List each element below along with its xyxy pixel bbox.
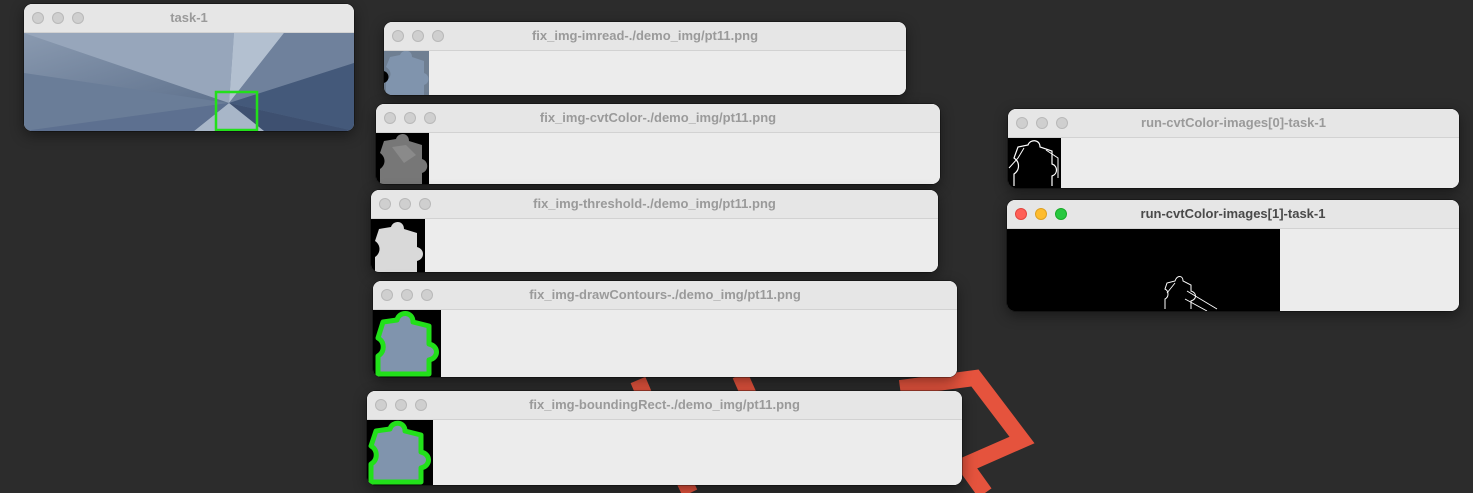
title-bar[interactable]: fix_img-boundingRect-./demo_img/pt11.png	[367, 391, 962, 420]
window-run-images-1[interactable]: run-cvtColor-images[1]-task-1	[1007, 200, 1459, 311]
title-bar[interactable]: task-1	[24, 4, 354, 33]
window-title: run-cvtColor-images[0]-task-1	[1141, 115, 1326, 130]
window-imread[interactable]: fix_img-imread-./demo_img/pt11.png	[384, 22, 906, 95]
window-drawcontours[interactable]: fix_img-drawContours-./demo_img/pt11.png	[373, 281, 957, 377]
window-title: fix_img-threshold-./demo_img/pt11.png	[533, 196, 776, 211]
window-title: run-cvtColor-images[1]-task-1	[1140, 206, 1326, 221]
title-bar[interactable]: run-cvtColor-images[1]-task-1	[1007, 200, 1459, 229]
window-content	[367, 420, 962, 485]
window-title: task-1	[170, 10, 208, 25]
window-content	[371, 219, 938, 272]
threshold-thumbnail	[371, 219, 425, 272]
window-content	[1008, 138, 1459, 188]
bounding-thumbnail	[367, 420, 433, 485]
title-bar[interactable]: fix_img-cvtColor-./demo_img/pt11.png	[376, 104, 940, 133]
contour-thumbnail	[373, 310, 441, 377]
window-run-images-0[interactable]: run-cvtColor-images[0]-task-1	[1008, 109, 1459, 188]
window-threshold[interactable]: fix_img-threshold-./demo_img/pt11.png	[371, 190, 938, 272]
window-cvtcolor[interactable]: fix_img-cvtColor-./demo_img/pt11.png	[376, 104, 940, 184]
grayscale-thumbnail	[376, 133, 429, 184]
window-content	[384, 51, 906, 95]
title-bar[interactable]: fix_img-threshold-./demo_img/pt11.png	[371, 190, 938, 219]
camera-image	[24, 33, 354, 131]
window-boundingrect[interactable]: fix_img-boundingRect-./demo_img/pt11.png	[367, 391, 962, 485]
window-title: fix_img-cvtColor-./demo_img/pt11.png	[539, 110, 777, 125]
title-bar[interactable]: fix_img-imread-./demo_img/pt11.png	[384, 22, 906, 51]
window-content	[376, 133, 940, 184]
edge-thumbnail	[1008, 138, 1061, 188]
puzzle-thumbnail	[384, 51, 429, 95]
title-bar[interactable]: fix_img-drawContours-./demo_img/pt11.png	[373, 281, 957, 310]
window-content	[24, 33, 354, 131]
window-content	[373, 310, 957, 377]
edge-image	[1007, 229, 1280, 311]
window-title: fix_img-imread-./demo_img/pt11.png	[531, 28, 759, 43]
window-title: fix_img-drawContours-./demo_img/pt11.png	[529, 287, 801, 302]
window-title: fix_img-boundingRect-./demo_img/pt11.png	[529, 397, 800, 412]
window-content	[1007, 229, 1459, 311]
window-task-1[interactable]: task-1	[24, 4, 354, 131]
title-bar[interactable]: run-cvtColor-images[0]-task-1	[1008, 109, 1459, 138]
